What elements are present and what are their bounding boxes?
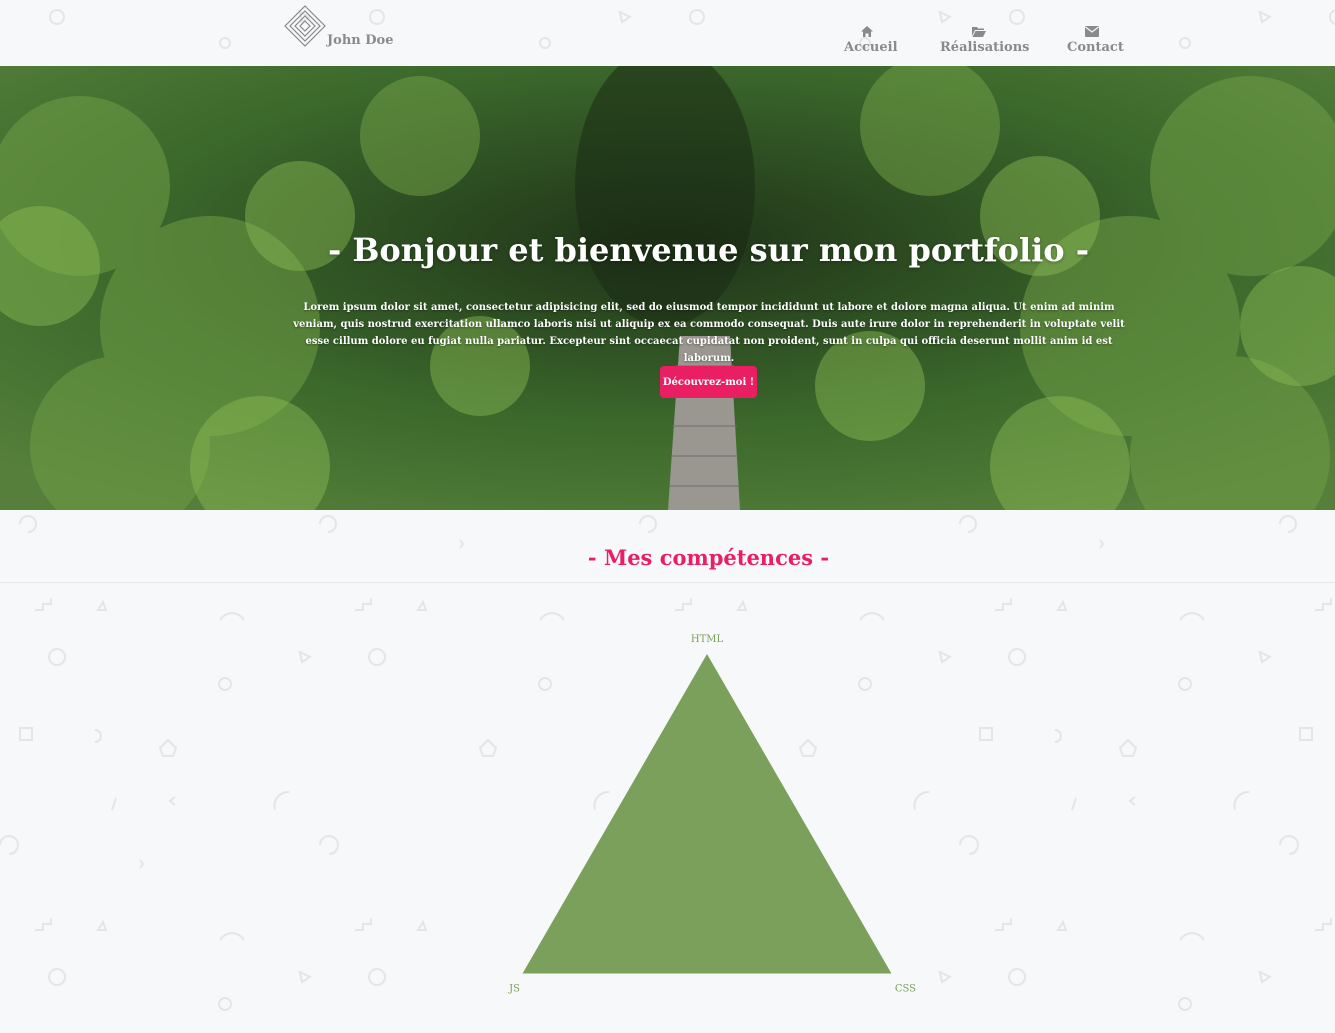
- folder-open-icon: [972, 27, 986, 37]
- nav-item-realisations[interactable]: Réalisations: [940, 26, 1030, 55]
- home-icon: [861, 26, 873, 37]
- envelope-icon: [1085, 26, 1099, 37]
- brand-name[interactable]: John Doe: [327, 33, 393, 48]
- hero-title: - Bonjour et bienvenue sur mon portfolio…: [327, 231, 1090, 269]
- skills-area: [522, 654, 892, 974]
- nav-label: Réalisations: [940, 40, 1030, 55]
- axis-label-js: JS: [508, 984, 520, 995]
- site-header: John Doe Accueil Réalisations Contact: [0, 0, 1335, 66]
- hero-text: Lorem ipsum dolor sit amet, consectetur …: [293, 302, 1125, 364]
- skills-radar-chart: HTML CSS JS: [508, 634, 916, 995]
- skills-title: - Mes compétences -: [587, 545, 830, 570]
- hero-section: - Bonjour et bienvenue sur mon portfolio…: [0, 66, 1335, 510]
- diamond-logo-icon[interactable]: [284, 5, 326, 47]
- forest-bridge-image: [0, 66, 1335, 510]
- section-divider: [0, 582, 1335, 583]
- axis-label-css: CSS: [895, 984, 916, 995]
- nav-item-contact[interactable]: Contact: [1067, 26, 1124, 55]
- nav-label: Accueil: [844, 40, 898, 55]
- axis-label-html: HTML: [691, 634, 724, 645]
- discover-button[interactable]: Découvrez-moi !: [660, 366, 757, 398]
- nav-label: Contact: [1067, 40, 1124, 55]
- nav-item-accueil[interactable]: Accueil: [844, 26, 898, 55]
